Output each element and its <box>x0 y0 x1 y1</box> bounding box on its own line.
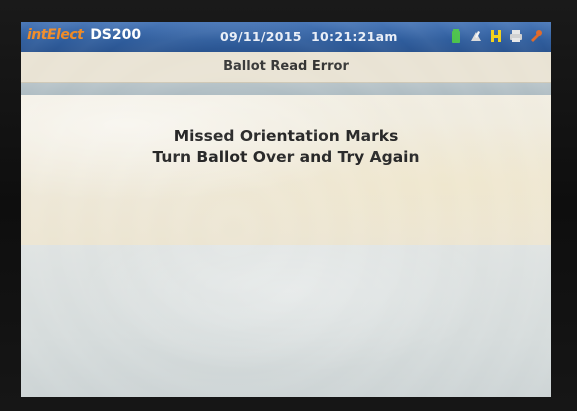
status-icons <box>449 28 543 44</box>
error-message-line-2: Turn Ballot Over and Try Again <box>152 148 420 166</box>
brand-logo: intElect <box>27 27 84 43</box>
empty-content-area <box>21 245 551 397</box>
screen-title: Ballot Read Error <box>21 52 551 83</box>
error-message-panel: Missed Orientation Marks Turn Ballot Ove… <box>21 95 551 245</box>
device-bezel: intElect DS200 09/11/2015 10:21:21am Bal… <box>0 0 577 411</box>
printer-icon <box>510 30 522 42</box>
time-text: 10:21:21am <box>311 29 398 44</box>
date-time: 09/11/2015 10:21:21am <box>220 29 398 44</box>
network-icon <box>471 31 481 41</box>
date-text: 09/11/2015 <box>220 29 302 44</box>
brand: intElect DS200 <box>27 27 141 43</box>
tool-icon <box>531 30 542 42</box>
touchscreen: intElect DS200 09/11/2015 10:21:21am Bal… <box>21 22 551 397</box>
divider-band <box>21 83 551 95</box>
error-message-line-1: Missed Orientation Marks <box>173 127 399 145</box>
title-bar: intElect DS200 09/11/2015 10:21:21am <box>21 22 551 52</box>
battery-icon <box>452 29 460 43</box>
h-icon <box>491 30 501 42</box>
brand-model: DS200 <box>90 27 142 43</box>
